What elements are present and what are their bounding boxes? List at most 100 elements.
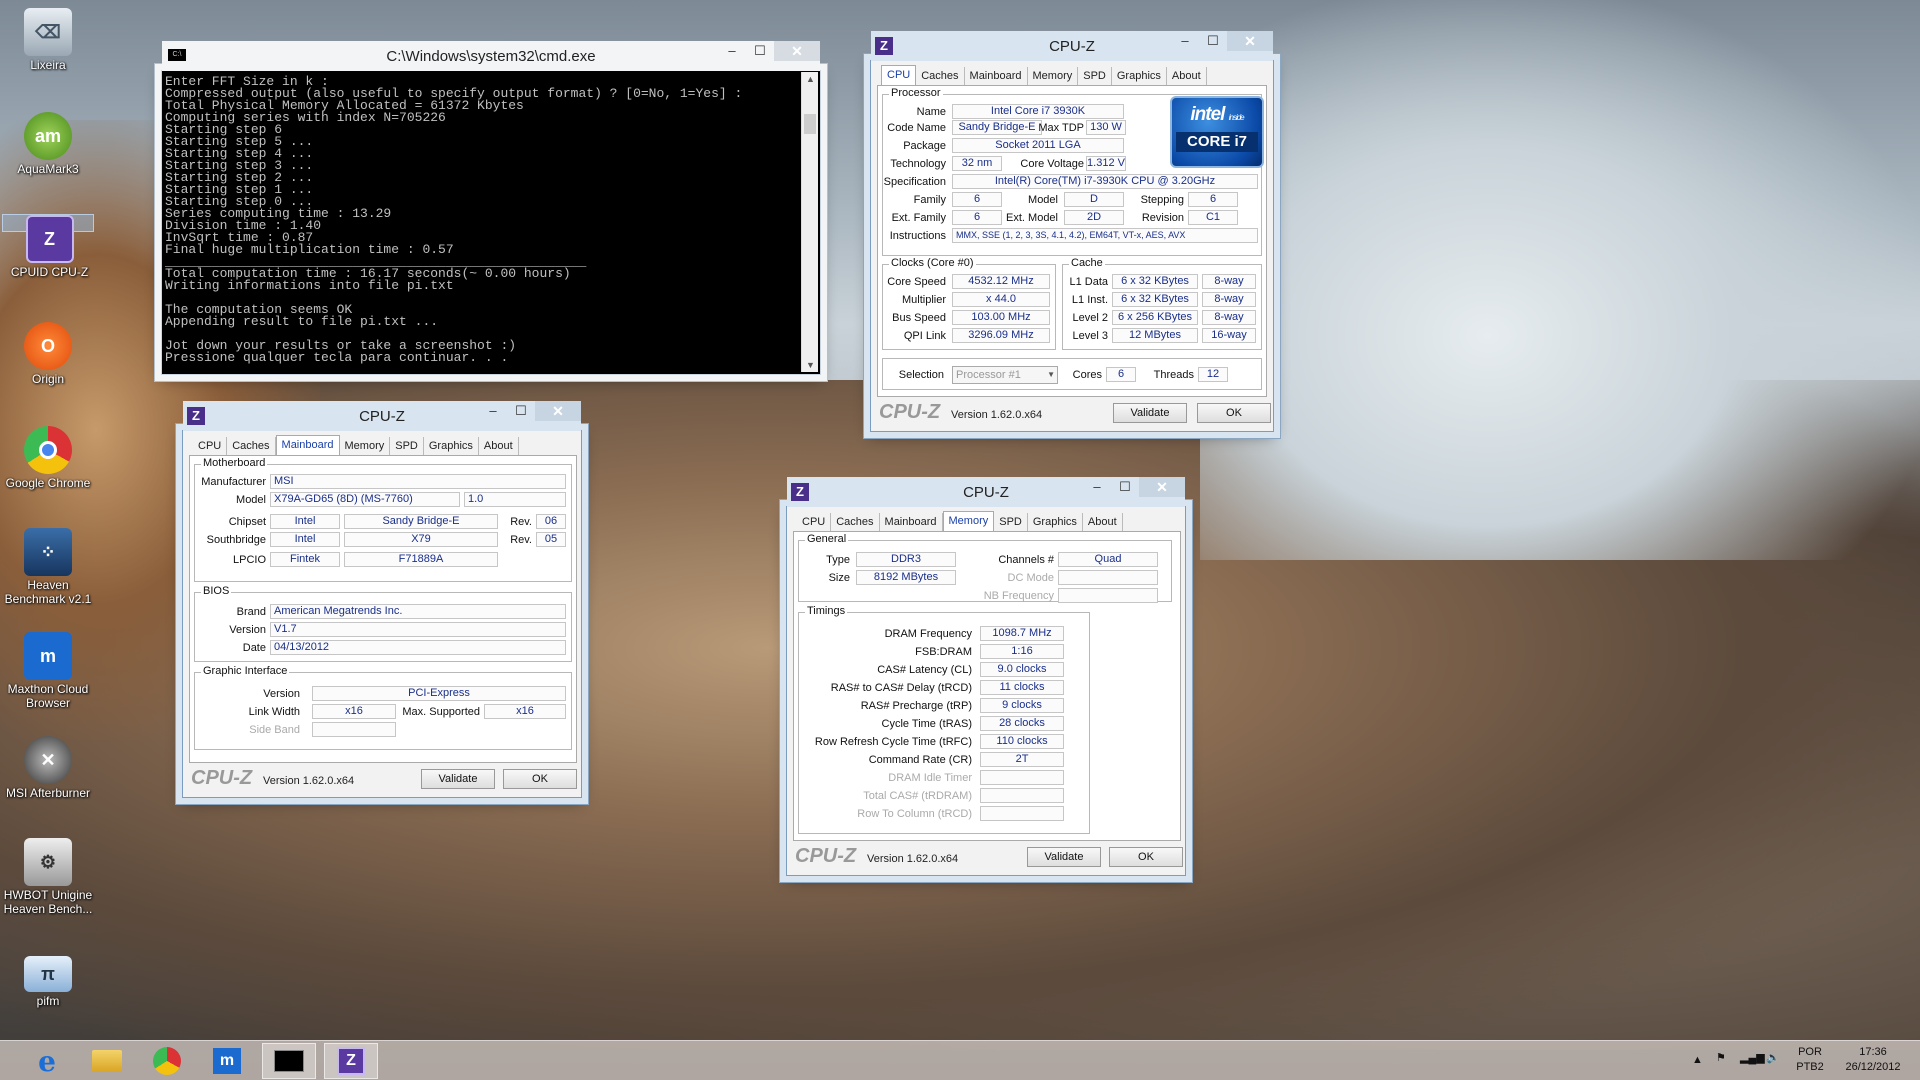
cmd-icon: [274, 1050, 304, 1072]
desktop-icon-chrome[interactable]: Google Chrome: [0, 426, 96, 490]
close-button[interactable]: ✕: [1227, 31, 1273, 51]
label: Code Name: [887, 122, 946, 134]
show-hidden-icons-button[interactable]: ▲: [1692, 1053, 1703, 1068]
validate-button[interactable]: Validate: [1027, 847, 1101, 867]
close-button[interactable]: ✕: [535, 401, 581, 421]
qpi-link: 3296.09 MHz: [952, 328, 1050, 343]
tab-memory[interactable]: Memory: [340, 437, 391, 456]
desktop-icon-pifm[interactable]: π pifm: [0, 956, 96, 1008]
label: Family: [913, 194, 946, 206]
cpuz-memory-window[interactable]: Z CPU-Z – ☐ ✕ CPU Caches Mainboard Memory …: [786, 477, 1186, 876]
desktop-icon-heaven[interactable]: ⁘ Heaven Benchmark v2.1: [0, 528, 96, 606]
tab-about[interactable]: About: [479, 437, 519, 456]
label: DC Mode: [1007, 572, 1054, 584]
label: L1 Data: [1069, 276, 1108, 288]
timing-value: 9 clocks: [980, 698, 1064, 713]
validate-button[interactable]: Validate: [1113, 403, 1187, 423]
gi-version: PCI-Express: [312, 686, 566, 701]
taskbar-ie-button[interactable]: e: [20, 1043, 74, 1079]
tab-about[interactable]: About: [1167, 67, 1207, 86]
desktop-icon-recycle-bin[interactable]: ⌫ Lixeira: [0, 8, 96, 72]
nb-frequency: [1058, 588, 1158, 603]
instructions: MMX, SSE (1, 2, 3, 3S, 4.1, 4.2), EM64T,…: [952, 228, 1258, 243]
tab-mainboard[interactable]: Mainboard: [880, 513, 943, 532]
cmd-titlebar[interactable]: C:\ C:\Windows\system32\cmd.exe – ☐ ✕: [162, 41, 820, 71]
taskbar-maxthon-button[interactable]: m: [200, 1043, 254, 1079]
cpuz-cpu-titlebar[interactable]: Z CPU-Z – ☐ ✕: [871, 31, 1273, 61]
cmd-scrollbar[interactable]: ▲ ▼: [801, 72, 818, 372]
label: Ext. Model: [1006, 212, 1058, 224]
cpuz-cpu-window[interactable]: Z CPU-Z – ☐ ✕ CPU Caches Mainboard Memory …: [870, 31, 1274, 432]
cpuz-mainboard-window[interactable]: Z CPU-Z – ☐ ✕ CPU Caches Mainboard Memory …: [182, 401, 582, 798]
cmd-output[interactable]: Enter FFT Size in k : Compressed output (…: [163, 72, 801, 372]
minimize-button[interactable]: –: [718, 41, 746, 61]
desktop-icon-origin[interactable]: O Origin: [0, 322, 96, 386]
language-indicator[interactable]: POR PTB2: [1790, 1045, 1830, 1075]
tab-graphics[interactable]: Graphics: [424, 437, 479, 456]
tab-spd[interactable]: SPD: [994, 513, 1028, 532]
desktop-icon-maxthon[interactable]: m Maxthon Cloud Browser: [0, 632, 96, 710]
taskbar-explorer-button[interactable]: [80, 1043, 134, 1079]
scroll-thumb[interactable]: [804, 114, 816, 134]
tab-cpu[interactable]: CPU: [881, 65, 917, 86]
desktop-icon-afterburner[interactable]: ✕ MSI Afterburner: [0, 736, 96, 800]
close-button[interactable]: ✕: [774, 41, 820, 61]
cpuz-mainboard-titlebar[interactable]: Z CPU-Z – ☐ ✕: [183, 401, 581, 431]
validate-button[interactable]: Validate: [421, 769, 495, 789]
tab-caches[interactable]: Caches: [831, 513, 880, 532]
processor-select[interactable]: Processor #1 ▼: [952, 366, 1058, 384]
action-center-flag-icon[interactable]: ⚑: [1716, 1051, 1726, 1066]
close-button[interactable]: ✕: [1139, 477, 1185, 497]
maximize-button[interactable]: ☐: [746, 41, 774, 61]
chrome-icon: [153, 1047, 181, 1075]
label: Rev.: [510, 516, 532, 528]
network-icon[interactable]: ▂▄▆: [1740, 1051, 1765, 1066]
chipset: Sandy Bridge-E: [344, 514, 498, 529]
tab-memory[interactable]: Memory: [1028, 67, 1079, 86]
tab-cpu[interactable]: CPU: [193, 437, 228, 456]
tab-mainboard[interactable]: Mainboard: [275, 435, 340, 456]
model-revision: 1.0: [464, 492, 566, 507]
timing-value: 9.0 clocks: [980, 662, 1064, 677]
mainboard-panel: Motherboard Manufacturer MSI Model X79A-…: [189, 455, 577, 763]
desktop-icon-cpuz[interactable]: Z CPUID CPU-Z: [2, 214, 94, 279]
tab-spd[interactable]: SPD: [1078, 67, 1112, 86]
volume-icon[interactable]: 🔈: [1766, 1051, 1780, 1066]
ok-button[interactable]: OK: [1109, 847, 1183, 867]
tab-caches[interactable]: Caches: [227, 437, 276, 456]
tab-spd[interactable]: SPD: [390, 437, 424, 456]
tab-graphics[interactable]: Graphics: [1112, 67, 1167, 86]
group-title: Motherboard: [201, 457, 268, 469]
minimize-button[interactable]: –: [1171, 31, 1199, 51]
minimize-button[interactable]: –: [1083, 477, 1111, 497]
taskbar-cmd-button[interactable]: [262, 1043, 316, 1079]
southbridge-rev: 05: [536, 532, 566, 547]
lpcio: F71889A: [344, 552, 498, 567]
ok-button[interactable]: OK: [1197, 403, 1271, 423]
timing-label: Total CAS# (tRDRAM): [863, 790, 972, 802]
tab-mainboard[interactable]: Mainboard: [965, 67, 1028, 86]
tab-about[interactable]: About: [1083, 513, 1123, 532]
package: Socket 2011 LGA: [952, 138, 1124, 153]
desktop-icon-aquamark[interactable]: am AquaMark3: [0, 112, 96, 176]
minimize-button[interactable]: –: [479, 401, 507, 421]
desktop-icon-hwbot[interactable]: ⚙ HWBOT Unigine Heaven Bench...: [0, 838, 96, 916]
cpuz-memory-titlebar[interactable]: Z CPU-Z – ☐ ✕: [787, 477, 1185, 507]
tab-cpu[interactable]: CPU: [797, 513, 832, 532]
cpuz-z-icon: Z: [791, 483, 809, 501]
scroll-up-icon[interactable]: ▲: [802, 74, 819, 84]
maximize-button[interactable]: ☐: [1111, 477, 1139, 497]
tab-graphics[interactable]: Graphics: [1028, 513, 1083, 532]
keyboard-layout: PTB2: [1796, 1061, 1824, 1073]
taskbar-chrome-button[interactable]: [140, 1043, 194, 1079]
clock[interactable]: 17:36 26/12/2012: [1838, 1045, 1908, 1075]
tab-memory[interactable]: Memory: [942, 511, 995, 532]
ext-family: 6: [952, 210, 1002, 225]
maximize-button[interactable]: ☐: [1199, 31, 1227, 51]
maximize-button[interactable]: ☐: [507, 401, 535, 421]
ok-button[interactable]: OK: [503, 769, 577, 789]
tab-caches[interactable]: Caches: [916, 67, 965, 86]
taskbar-cpuz-button[interactable]: Z: [324, 1043, 378, 1079]
scroll-down-icon[interactable]: ▼: [802, 360, 819, 370]
timing-value: 1098.7 MHz: [980, 626, 1064, 641]
